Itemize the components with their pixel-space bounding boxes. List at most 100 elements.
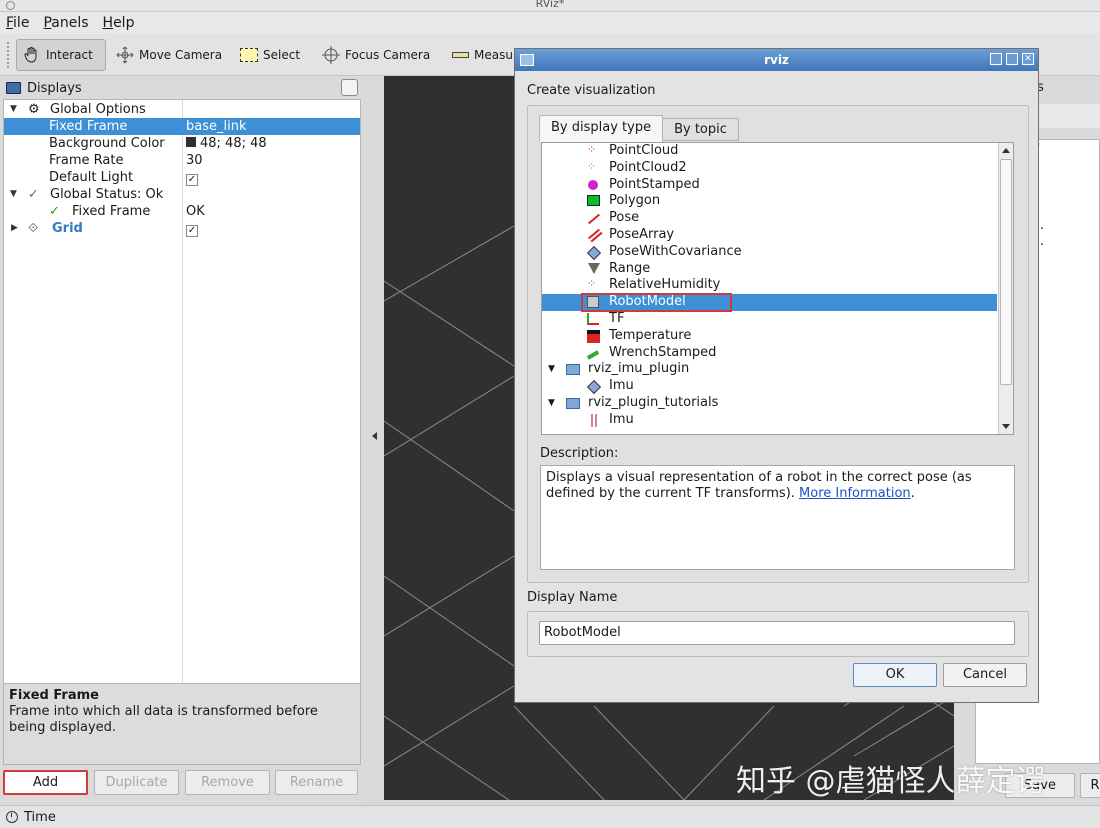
tab-by-display-type[interactable]: By display type (539, 115, 664, 142)
list-item-pointstamped[interactable]: PointStamped (542, 177, 997, 194)
list-item-imu[interactable]: Imu (542, 378, 997, 395)
select-tool-button[interactable]: Select (234, 39, 306, 71)
list-item-imu[interactable]: Imu (542, 412, 997, 429)
time-panel-label[interactable]: Time (24, 810, 56, 825)
create-visualization-dialog: rviz ✕ Create visualization By display t… (514, 48, 1039, 703)
display-name-label: Display Name (527, 590, 618, 605)
list-item-label: RelativeHumidity (609, 277, 721, 293)
move-camera-label: Move Camera (139, 48, 223, 62)
menu-file[interactable]: File (6, 15, 29, 31)
dialog-heading: Create visualization (527, 83, 656, 98)
expand-down-icon[interactable]: ▼ (10, 101, 17, 118)
background-color-field[interactable]: 48; 48; 48 (186, 135, 267, 152)
tree-row-default-light[interactable]: Default Light ✓ (4, 169, 360, 186)
remove-view-button[interactable]: R (1080, 773, 1100, 798)
status-fixed-frame-key: Fixed Frame (72, 204, 151, 219)
list-item-wrenchstamped[interactable]: WrenchStamped (542, 345, 997, 362)
toolbar-grip[interactable] (7, 42, 11, 68)
panel-splitter[interactable] (367, 76, 383, 800)
scroll-thumb[interactable] (1000, 159, 1012, 385)
move-camera-tool-button[interactable]: Move Camera (110, 39, 228, 71)
default-light-key: Default Light (49, 170, 134, 185)
global-status-label: Global Status: Ok (50, 187, 164, 202)
tree-row-grid[interactable]: ▶ ⟐ Grid ✓ (4, 220, 360, 237)
window-icon (520, 54, 534, 66)
folder-icon (566, 397, 580, 410)
list-item-polygon[interactable]: Polygon (542, 193, 997, 210)
property-help-box: Fixed Frame Frame into which all data is… (3, 683, 361, 765)
tree-row-fixed-frame[interactable]: Fixed Frame base_link (4, 118, 360, 135)
scroll-up-icon[interactable] (1002, 148, 1010, 153)
list-item-temperature[interactable]: Temperature (542, 328, 997, 345)
description-box: Displays a visual representation of a ro… (540, 465, 1015, 570)
dialog-title-bar[interactable]: rviz ✕ (515, 49, 1038, 71)
list-item-label: PointStamped (609, 176, 700, 192)
fixed-frame-value[interactable]: base_link (186, 118, 246, 135)
list-item-range[interactable]: Range (542, 261, 997, 278)
expand-down-icon[interactable]: ▼ (10, 186, 17, 203)
check-icon: ✓ (49, 204, 60, 219)
collapse-left-icon[interactable] (372, 432, 377, 440)
list-item-rviz-imu-plugin[interactable]: ▼ rviz_imu_plugin (542, 361, 997, 378)
menu-help[interactable]: Help (103, 15, 135, 31)
list-item-label: TF (609, 311, 625, 326)
list-item-label: Polygon (609, 193, 661, 209)
maximize-icon[interactable] (1006, 53, 1018, 65)
expand-down-icon[interactable]: ▼ (548, 361, 555, 378)
pointcloud-icon: ⁘ (587, 143, 597, 156)
watermark: 知乎 @虐猫怪人薛定谔 (736, 764, 1046, 799)
display-type-list[interactable]: Imu ▼ rviz_plugin_tutorials Imu ▼ rviz_imu_pl… (541, 142, 1014, 435)
interact-label: Interact (46, 48, 93, 62)
default-light-checkbox[interactable]: ✓ (186, 174, 198, 186)
list-item-posewithcovariance[interactable]: PoseWithCovariance (542, 244, 997, 261)
tree-row-global-options[interactable]: ▼ ⚙ Global Options (4, 101, 360, 118)
list-item-label: PointCloud2 (609, 159, 687, 175)
tab-by-topic[interactable]: By topic (662, 118, 739, 141)
list-item-pointcloud2[interactable]: ⁘ PointCloud2 (542, 160, 997, 177)
select-label: Select (263, 48, 301, 62)
grid-checkbox[interactable]: ✓ (186, 225, 198, 237)
measure-tool-button[interactable]: Measur (446, 39, 524, 71)
cancel-button[interactable]: Cancel (943, 663, 1027, 687)
list-item-rviz-plugin-tutorials[interactable]: ▼ rviz_plugin_tutorials (542, 395, 997, 412)
imu-tutorial-icon (587, 413, 600, 427)
list-item-pose[interactable]: Pose (542, 210, 997, 227)
list-scrollbar[interactable] (998, 143, 1013, 434)
list-item-label: Imu (609, 378, 634, 394)
help-text: Frame into which all data is transformed… (9, 704, 318, 735)
close-icon[interactable]: ✕ (1022, 53, 1034, 65)
interact-tool-button[interactable]: Interact (16, 39, 106, 71)
menu-panels[interactable]: Panels (43, 15, 88, 31)
panel-float-button[interactable] (341, 79, 358, 96)
status-fixed-frame-value: OK (186, 204, 205, 219)
scroll-down-icon[interactable] (1002, 424, 1010, 429)
wrench-icon (586, 347, 600, 360)
list-item-tf[interactable]: TF (542, 311, 997, 328)
duplicate-button[interactable]: Duplicate (94, 770, 179, 795)
display-name-input[interactable]: RobotModel (539, 621, 1015, 645)
tree-row-frame-rate[interactable]: Frame Rate 30 (4, 152, 360, 169)
expand-down-icon[interactable]: ▼ (548, 395, 555, 412)
displays-tree[interactable]: ▼ ⚙ Global Options Fixed Frame base_link… (3, 99, 361, 756)
remove-button[interactable]: Remove (185, 770, 270, 795)
more-information-link[interactable]: More Information (799, 486, 911, 501)
tree-row-global-status[interactable]: ▼ ✓ Global Status: Ok (4, 186, 360, 203)
tree-row-status-fixed-frame[interactable]: ✓ Fixed Frame OK (4, 203, 360, 220)
frame-rate-value[interactable]: 30 (186, 152, 203, 169)
tree-row-background-color[interactable]: Background Color 48; 48; 48 (4, 135, 360, 152)
window-title: RViz* (535, 0, 565, 10)
add-button[interactable]: Add (3, 770, 88, 795)
list-item-relativehumidity[interactable]: ⁘ RelativeHumidity (542, 277, 997, 294)
rename-button[interactable]: Rename (275, 770, 358, 795)
pose-icon (587, 212, 601, 225)
list-item-pointcloud[interactable]: ⁘ PointCloud (542, 143, 997, 160)
tab-bar: By display type By topic (539, 115, 739, 142)
minimize-icon[interactable] (990, 53, 1002, 65)
expand-right-icon[interactable]: ▶ (11, 220, 18, 237)
grid-icon: ⟐ (28, 221, 39, 236)
folder-icon (566, 363, 580, 376)
focus-camera-label: Focus Camera (345, 48, 431, 62)
ok-button[interactable]: OK (853, 663, 937, 687)
focus-camera-tool-button[interactable]: Focus Camera (316, 39, 436, 71)
list-item-posearray[interactable]: PoseArray (542, 227, 997, 244)
